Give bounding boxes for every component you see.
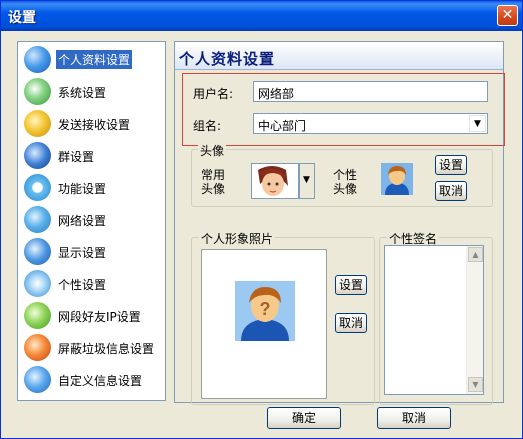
group-select-value: 中心部门 [258,119,307,133]
unknown-user-icon: ? [235,281,295,341]
sidebar-item-label: 群设置 [58,150,95,164]
settings-window: 设置 ✕ 个人资料设置 系统设置 发送接收设置 群设置 功能设置 网络设置 显示… [0,0,523,439]
signature-scrollbar[interactable]: ▲ ▼ [466,246,483,394]
svg-text:?: ? [260,299,271,319]
cancel-button[interactable]: 取消 [377,407,451,429]
network-icon [24,206,51,233]
user-avatar-icon [381,163,413,195]
face-avatar-icon [252,164,298,198]
send-receive-icon [24,110,51,137]
globe-icon [24,46,51,73]
window-title: 设置 [8,10,36,26]
sidebar-item-personal[interactable]: 个性设置 [22,268,164,298]
sidebar-item-label: 屏蔽垃圾信息设置 [58,342,155,356]
avatar-cancel-button[interactable]: 取消 [435,181,467,201]
sidebar-item-ip[interactable]: 网段好友IP设置 [22,300,164,330]
avatar-set-button[interactable]: 设置 [435,155,467,175]
sidebar-item-label: 网络设置 [58,214,107,228]
sidebar-item-label: 个性设置 [58,278,107,292]
common-avatar-select[interactable] [251,163,299,199]
personal-icon [24,270,51,297]
sidebar-item-label: 系统设置 [58,86,107,100]
sidebar-item-label: 个人资料设置 [56,50,133,69]
username-input[interactable]: 网络部 [253,81,488,102]
custom-avatar-image [381,163,413,195]
panel-header: 个人资料设置 [175,42,503,70]
function-icon [24,174,51,201]
ok-button[interactable]: 确定 [267,407,341,429]
common-avatar-label-2: 头像 [201,182,226,196]
close-button[interactable]: ✕ [497,5,518,26]
common-avatar-dropdown[interactable]: ▼ [299,163,315,199]
system-icon [24,78,51,105]
sidebar-item-send-receive[interactable]: 发送接收设置 [22,108,164,138]
sidebar-item-label: 功能设置 [58,182,107,196]
sidebar-item-label: 显示设置 [58,246,107,260]
block-icon [24,334,51,361]
placeholder-user-icon: ? [235,281,295,341]
panel-title: 个人资料设置 [179,50,276,68]
photo-cancel-button[interactable]: 取消 [335,313,367,333]
scroll-down-icon[interactable]: ▼ [468,377,483,392]
dropdown-arrow-icon: ▼ [303,175,310,185]
sidebar-item-function[interactable]: 功能设置 [22,172,164,202]
display-icon [24,238,51,265]
sidebar-item-block[interactable]: 屏蔽垃圾信息设置 [22,332,164,362]
avatar-legend: 头像 [198,142,227,159]
photo-set-button[interactable]: 设置 [335,275,367,295]
custom-avatar-label-2: 头像 [333,182,358,196]
photo-area: ? [201,249,327,399]
close-icon: ✕ [501,7,514,23]
sidebar-item-network[interactable]: 网络设置 [22,204,164,234]
ip-icon [24,302,51,329]
sidebar-item-group[interactable]: 群设置 [22,140,164,170]
group-label: 组名: [193,119,222,133]
settings-sidebar: 个人资料设置 系统设置 发送接收设置 群设置 功能设置 网络设置 显示设置 个性… [17,41,166,401]
title-bar[interactable]: 设置 ✕ [1,1,522,31]
sidebar-item-display[interactable]: 显示设置 [22,236,164,266]
sidebar-item-system[interactable]: 系统设置 [22,76,164,106]
dropdown-arrow-icon[interactable]: ▼ [469,115,486,132]
photo-legend: 个人形象照片 [199,230,276,247]
group-select[interactable]: 中心部门 ▼ [253,113,488,134]
sidebar-item-label: 发送接收设置 [58,118,131,132]
sidebar-item-custom[interactable]: 自定义信息设置 [22,364,164,394]
scroll-up-icon[interactable]: ▲ [468,247,483,262]
signature-textarea[interactable]: ▲ ▼ [384,245,484,395]
group-icon [24,142,51,169]
username-label: 用户名: [193,87,234,101]
sidebar-item-profile[interactable]: 个人资料设置 [22,44,164,74]
custom-icon [24,366,51,393]
sidebar-item-label: 网段好友IP设置 [58,310,141,324]
sidebar-item-label: 自定义信息设置 [58,374,143,388]
